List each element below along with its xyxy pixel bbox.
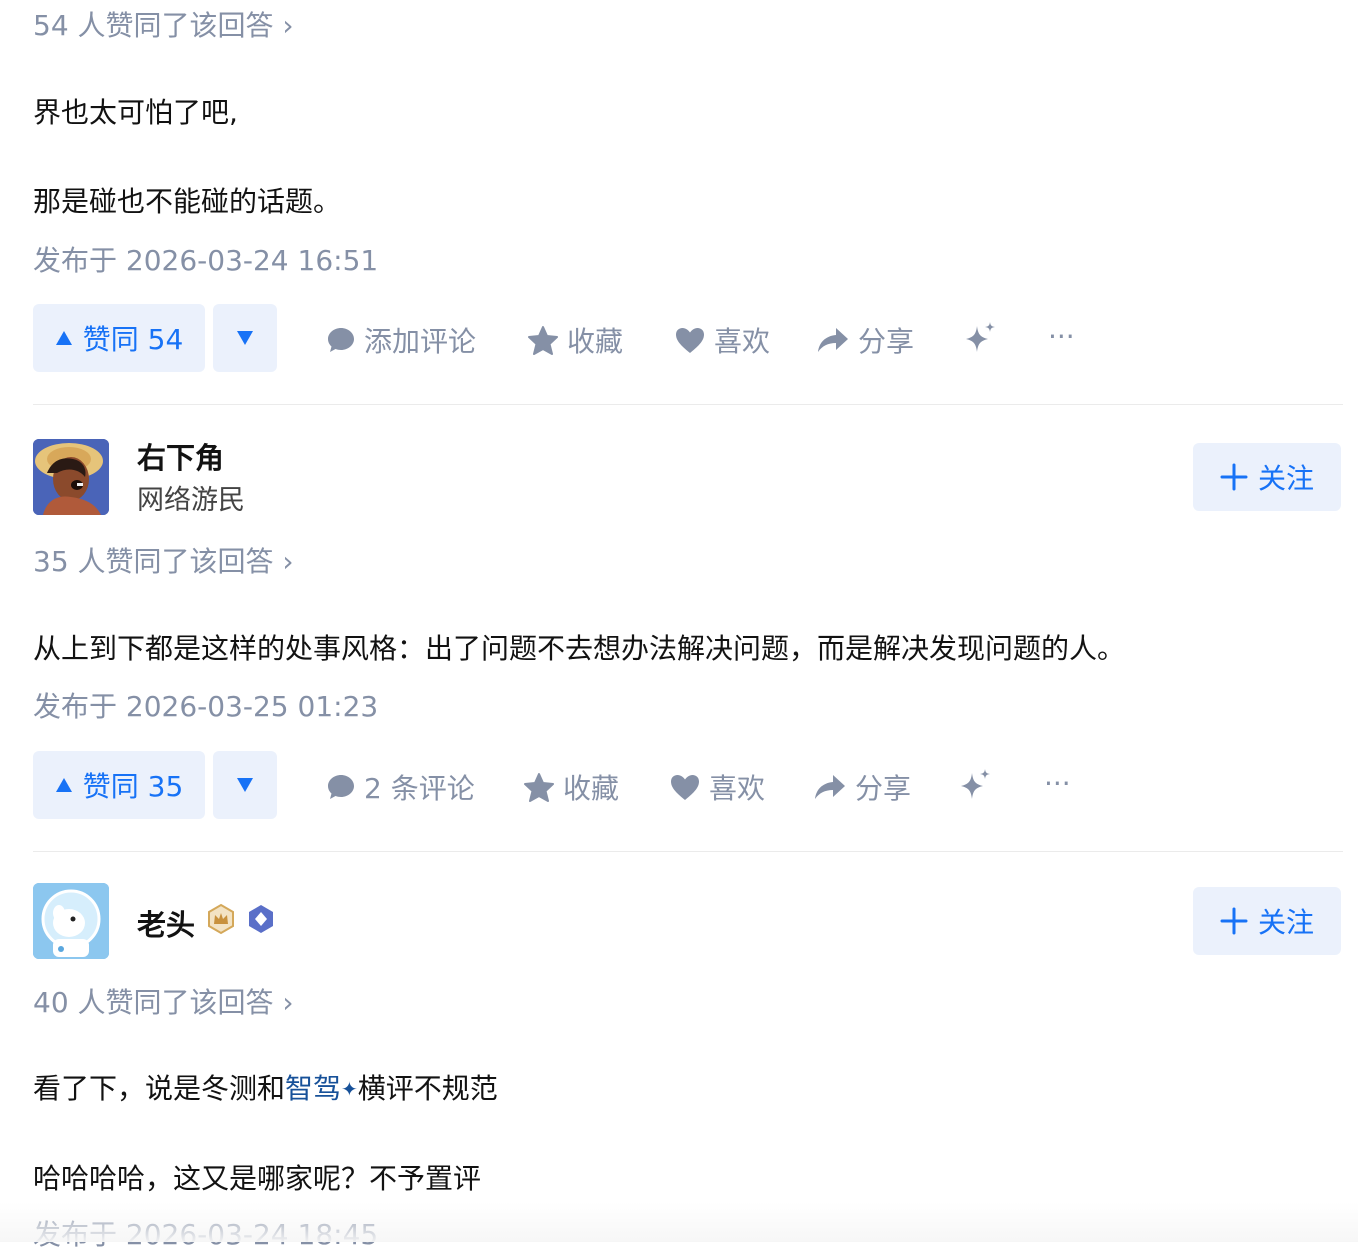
author-name[interactable]: 老头 [137,902,195,944]
share-arrow-icon [815,775,845,799]
author-avatar[interactable] [33,883,109,959]
upvote-button[interactable]: 赞同 35 [33,751,205,819]
sparkle-icon [961,769,990,799]
share-label: 分享 [858,325,915,358]
upvote-button[interactable]: 赞同 54 [33,304,205,372]
star-icon [524,773,554,802]
answer-paragraph: 看了下，说是冬测和智驾✦横评不规范 [33,1071,498,1107]
upvote-summary-link[interactable]: 40 人赞同了该回答 › [33,986,294,1020]
share-label: 分享 [855,772,912,805]
upvote-summary-link[interactable]: 35 人赞同了该回答 › [33,545,294,579]
answer-paragraph: 那是碰也不能碰的话题。 [33,185,342,218]
upvote-label: 赞同 54 [82,323,184,356]
more-icon: ··· [1048,320,1075,353]
caret-up-icon [55,331,72,345]
downvote-button[interactable] [213,304,277,372]
author-avatar[interactable] [33,439,109,515]
comment-icon [328,775,354,799]
ai-sparkle-button[interactable] [957,767,993,803]
caret-down-icon [237,331,253,345]
plus-icon [1220,907,1248,935]
more-icon: ··· [1044,767,1071,800]
follow-button[interactable]: 关注 [1193,887,1341,955]
comment-label: 添加评论 [364,325,477,358]
answer-paragraph: 哈哈哈哈，这又是哪家呢？不予置评 [33,1162,482,1195]
upvote-label: 赞同 35 [82,770,184,803]
heart-icon [676,328,704,353]
caret-up-icon [55,778,72,792]
caret-down-icon [237,778,253,792]
comment-button[interactable]: 添加评论 [326,320,476,360]
answer-divider [33,404,1343,405]
downvote-button[interactable] [213,751,277,819]
follow-label: 关注 [1257,462,1314,495]
favorite-label: 收藏 [563,772,620,805]
paragraph-text: 看了下，说是冬测和 [33,1072,286,1105]
follow-label: 关注 [1257,906,1314,939]
comment-label: 2 条评论 [364,772,475,805]
like-label: 喜欢 [709,772,766,805]
favorite-button[interactable]: 收藏 [527,320,623,360]
answer-paragraph: 界也太可怕了吧, [33,96,238,129]
share-button[interactable]: 分享 [816,320,914,360]
comment-icon [328,328,354,352]
paragraph-text: 横评不规范 [357,1072,498,1105]
inline-topic-link[interactable]: 智驾 [285,1072,341,1105]
sparkle-icon [966,322,995,352]
verified-badge-icon[interactable] [245,903,277,935]
crown-badge-icon[interactable] [205,903,237,935]
bottom-fade [0,1202,1358,1242]
star-icon [528,326,558,355]
favorite-label: 收藏 [567,325,624,358]
share-button[interactable]: 分享 [813,767,911,807]
more-button[interactable]: ··· [1044,767,1071,800]
plus-icon [1220,463,1248,491]
comment-button[interactable]: 2 条评论 [326,767,475,807]
upvote-summary-link[interactable]: 54 人赞同了该回答 › [33,9,294,43]
like-label: 喜欢 [714,325,771,358]
author-bio: 网络游民 [137,485,245,516]
share-arrow-icon [818,328,848,352]
favorite-button[interactable]: 收藏 [523,767,619,807]
publish-time[interactable]: 发布于 2026-03-25 01:23 [33,690,378,724]
like-button[interactable]: 喜欢 [669,767,765,807]
sparkle-icon: ✦ [341,1077,358,1101]
follow-button[interactable]: 关注 [1193,443,1341,511]
ai-sparkle-button[interactable] [962,320,998,356]
author-name[interactable]: 右下角 [137,435,224,477]
more-button[interactable]: ··· [1048,320,1075,353]
answer-paragraph: 从上到下都是这样的处事风格：出了问题不去想办法解决问题，而是解决发现问题的人。 [33,632,1126,665]
answer-divider [33,851,1343,852]
heart-icon [671,775,699,800]
like-button[interactable]: 喜欢 [674,320,770,360]
publish-time[interactable]: 发布于 2026-03-24 16:51 [33,244,378,278]
